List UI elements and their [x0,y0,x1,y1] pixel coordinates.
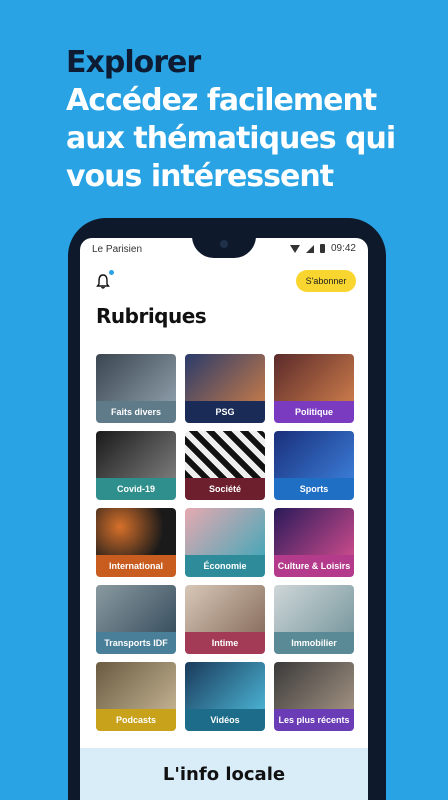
signal-icon [305,244,314,253]
category-label: Économie [185,555,265,577]
subscribe-button[interactable]: S'abonner [296,270,356,292]
category-label: Société [185,478,265,500]
battery-icon [319,244,325,253]
category-tile[interactable]: Politique [274,354,354,423]
status-time: 09:42 [330,243,356,254]
notification-dot [109,270,114,275]
front-camera [220,240,228,248]
football-photo [185,354,265,401]
promo-headline: Explorer Accédez facilement aux thématiq… [66,44,436,196]
local-news-banner[interactable]: L'info locale [80,748,368,800]
notification-bell-icon[interactable] [96,274,110,289]
local-news-title: L'info locale [162,764,286,785]
category-tile[interactable]: Vidéos [185,662,265,731]
category-grid: Faits divers PSG Politique Covid-19 Société S… [96,354,354,731]
status-app-name: Le Parisien [92,244,143,255]
category-tile[interactable]: International [96,508,176,577]
crowd-photo [185,431,265,478]
category-label: Culture & Loisirs [274,555,354,577]
category-tile[interactable]: Société [185,431,265,500]
page-title: Rubriques [96,304,207,328]
category-label: PSG [185,401,265,423]
promo-line-2: aux thématiques qui [66,121,396,156]
category-tile[interactable]: Covid-19 [96,431,176,500]
category-tile[interactable]: Économie [185,508,265,577]
promo-title: Explorer [66,45,201,80]
category-tile[interactable]: Immobilier [274,585,354,654]
wifi-icon [289,244,300,253]
category-label: Immobilier [274,632,354,654]
police-photo [96,354,176,401]
category-label: Podcasts [96,709,176,731]
mask-photo [96,431,176,478]
microphone-photo [96,662,176,709]
category-tile[interactable]: Faits divers [96,354,176,423]
category-tile[interactable]: Culture & Loisirs [274,508,354,577]
category-label: International [96,555,176,577]
category-label: Les plus récents [274,709,354,731]
category-label: Vidéos [185,709,265,731]
promo-line-3: vous intéressent [66,159,334,194]
app-screen: Le Parisien 09:42 S'abonner Rubriques Fa… [80,238,368,800]
category-tile[interactable]: Intime [185,585,265,654]
category-label: Faits divers [96,401,176,423]
building-photo [274,585,354,632]
category-label: Transports IDF [96,632,176,654]
hands-photo [185,585,265,632]
globe-photo [96,508,176,555]
parliament-photo [274,354,354,401]
category-label: Sports [274,478,354,500]
category-label: Politique [274,401,354,423]
coin-photo [185,508,265,555]
category-label: Covid-19 [96,478,176,500]
category-label: Intime [185,632,265,654]
category-tile[interactable]: Podcasts [96,662,176,731]
category-tile[interactable]: Les plus récents [274,662,354,731]
category-tile[interactable]: Transports IDF [96,585,176,654]
phone-photo [274,662,354,709]
tennis-photo [274,431,354,478]
concert-photo [274,508,354,555]
category-tile[interactable]: PSG [185,354,265,423]
category-tile[interactable]: Sports [274,431,354,500]
camera-photo [185,662,265,709]
metro-photo [96,585,176,632]
promo-line-1: Accédez facilement [66,83,377,118]
